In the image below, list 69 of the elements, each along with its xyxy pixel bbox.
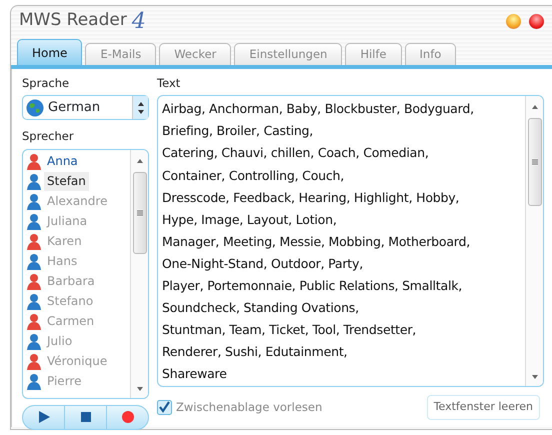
speaker-item[interactable]: Carmen <box>44 312 98 331</box>
stop-icon <box>80 412 90 422</box>
record-icon <box>122 411 134 423</box>
play-icon <box>38 411 50 423</box>
person-icon <box>26 233 42 250</box>
close-button[interactable] <box>529 14 544 28</box>
text-line: Stuntman, Team, Ticket, Tool, Trendsetter, <box>162 321 418 340</box>
scrollbar[interactable] <box>130 150 148 398</box>
scroll-up-icon[interactable] <box>136 158 144 164</box>
tab[interactable]: Info <box>404 43 456 65</box>
speaker-item[interactable]: Stefano <box>44 292 96 311</box>
text-line: Catering, Chauvi, chillen, Coach, Comedian, <box>162 144 430 162</box>
text-line: Manager, Meeting, Messie, Mobbing, Motherboard, <box>162 232 472 251</box>
person-icon <box>26 173 42 190</box>
tab[interactable]: E-Mails <box>85 43 156 65</box>
version-number: 4 <box>132 8 146 36</box>
text-area[interactable] <box>157 95 544 388</box>
person-icon <box>26 273 42 290</box>
scroll-down-icon[interactable] <box>530 374 538 380</box>
person-icon <box>26 253 42 270</box>
person-icon <box>26 313 42 330</box>
globe-icon <box>26 98 44 117</box>
grip-icon <box>136 208 144 216</box>
scrollbar[interactable] <box>525 96 543 386</box>
tab[interactable]: Wecker <box>159 43 232 65</box>
speaker-item[interactable]: Juliana <box>44 212 90 231</box>
person-icon <box>26 333 42 350</box>
tab[interactable]: Hilfe <box>345 43 402 65</box>
tab[interactable]: Einstellungen <box>234 43 342 65</box>
scroll-down-icon[interactable] <box>136 386 144 392</box>
person-icon <box>26 353 42 370</box>
speaker-item[interactable]: Karen <box>44 232 85 251</box>
person-icon <box>26 293 42 310</box>
speaker-item[interactable]: Pierre <box>44 372 84 391</box>
speaker-item[interactable]: Julio <box>44 332 76 351</box>
text-line: Container, Controlling, Couch, <box>162 166 346 185</box>
scroll-thumb[interactable] <box>528 118 542 206</box>
speaker-item[interactable]: Véronique <box>44 352 110 371</box>
clear-text-button[interactable]: Textfenster leeren <box>426 395 540 420</box>
text-line: Shareware <box>162 365 228 384</box>
text-line: Player, Portemonnaie, Public Relations, Smalltalk, <box>162 277 464 295</box>
person-icon <box>26 373 42 390</box>
grip-icon <box>530 158 538 166</box>
text-label: Text <box>157 75 182 92</box>
clipboard-read-label: Zwischenablage vorlesen <box>176 398 322 416</box>
speaker-item[interactable]: Alexandre <box>44 192 110 211</box>
speaker-item[interactable]: Anna <box>44 152 81 171</box>
text-line: One-Night-Stand, Outdoor, Party, <box>162 254 364 273</box>
spinner-arrows-icon <box>136 100 144 115</box>
tab[interactable]: Home <box>17 39 82 65</box>
checkbox[interactable] <box>157 400 172 415</box>
speaker-item[interactable]: Hans <box>44 252 80 271</box>
text-line: Soundcheck, Standing Ovations, <box>162 299 360 318</box>
person-icon <box>26 153 42 170</box>
language-label: Sprache <box>22 75 70 92</box>
speaker-label: Sprecher <box>22 128 75 146</box>
speaker-item[interactable]: Stefan <box>44 172 89 191</box>
scroll-up-icon[interactable] <box>530 104 538 110</box>
text-line: Hype, Image, Layout, Lotion, <box>162 210 338 229</box>
text-line: Airbag, Anchorman, Baby, Blockbuster, Bodyguard, <box>162 100 474 118</box>
window-title: MWS Reader <box>19 9 127 32</box>
text-line: Briefing, Broiler, Casting, <box>162 122 314 140</box>
text-line: Dresscode, Feedback, Hearing, Highlight, Hobby, <box>162 188 460 207</box>
scroll-thumb[interactable] <box>132 172 146 254</box>
person-icon <box>26 213 42 230</box>
speaker-item[interactable]: Barbara <box>44 272 98 291</box>
text-line: Renderer, Sushi, Edutainment, <box>162 343 348 362</box>
language-dropdown[interactable]: German <box>22 95 149 120</box>
person-icon <box>26 193 42 210</box>
